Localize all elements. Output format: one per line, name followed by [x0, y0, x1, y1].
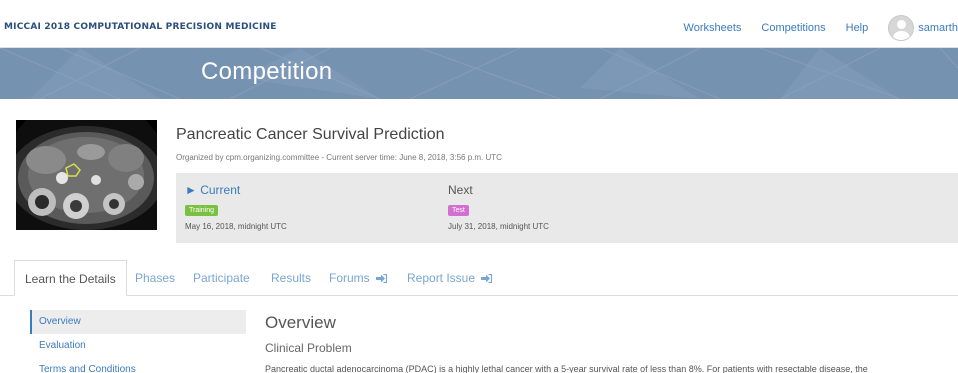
current-phase: ► Current Training May 16, 2018, midnigh…: [185, 183, 287, 231]
details-sidebar: Overview Evaluation Terms and Conditions: [30, 310, 246, 373]
nav-help-link[interactable]: Help: [846, 22, 869, 34]
page-banner: Competition: [0, 48, 958, 99]
sign-in-icon: [481, 274, 493, 283]
username-label: samarth: [918, 22, 958, 34]
test-badge: Test: [448, 205, 469, 216]
sidebar-item-overview[interactable]: Overview: [30, 310, 246, 334]
tab-learn-the-details[interactable]: Learn the Details: [14, 260, 127, 296]
current-phase-heading: ► Current: [185, 183, 241, 197]
sign-in-icon: [376, 274, 388, 283]
current-phase-date: May 16, 2018, midnight UTC: [185, 222, 287, 231]
tab-forums[interactable]: Forums: [329, 260, 388, 296]
user-menu[interactable]: samarth: [888, 15, 958, 41]
banner-pattern: [0, 48, 958, 99]
tab-report-issue[interactable]: Report Issue: [407, 260, 493, 296]
section-heading: Overview: [265, 313, 336, 332]
competition-organizer: Organized by cpm.organizing.committee - …: [176, 153, 502, 162]
section-subheading: Clinical Problem: [265, 341, 352, 355]
sidebar-item-terms[interactable]: Terms and Conditions: [30, 358, 246, 373]
phase-summary: ► Current Training May 16, 2018, midnigh…: [176, 173, 958, 243]
avatar-icon: [888, 15, 915, 41]
tab-forums-label: Forums: [329, 271, 370, 285]
ct-scan-image: [16, 120, 157, 230]
sidebar-item-evaluation[interactable]: Evaluation: [30, 334, 246, 358]
training-badge: Training: [185, 205, 219, 216]
next-phase-heading: Next: [448, 183, 473, 197]
section-paragraph: Pancreatic ductal adenocarcinoma (PDAC) …: [265, 364, 868, 373]
nav-links: Worksheets Competitions Help samarth: [684, 8, 958, 48]
competition-title: Pancreatic Cancer Survival Prediction: [176, 126, 445, 143]
page-title: Competition: [201, 58, 333, 85]
next-phase: Next Test July 31, 2018, midnight UTC: [448, 183, 549, 231]
nav-worksheets-link[interactable]: Worksheets: [684, 22, 742, 34]
tab-results[interactable]: Results: [271, 260, 311, 296]
site-brand-link[interactable]: MICCAI 2018 COMPUTATIONAL PRECISION MEDI…: [4, 22, 277, 32]
competition-tabs: Learn the Details Phases Participate Res…: [0, 260, 958, 296]
nav-competitions-link[interactable]: Competitions: [761, 22, 825, 34]
next-phase-date: July 31, 2018, midnight UTC: [448, 222, 549, 231]
tab-phases[interactable]: Phases: [135, 260, 175, 296]
tab-report-issue-label: Report Issue: [407, 271, 476, 285]
tab-participate[interactable]: Participate: [193, 260, 250, 296]
top-navbar: MICCAI 2018 COMPUTATIONAL PRECISION MEDI…: [0, 8, 958, 48]
